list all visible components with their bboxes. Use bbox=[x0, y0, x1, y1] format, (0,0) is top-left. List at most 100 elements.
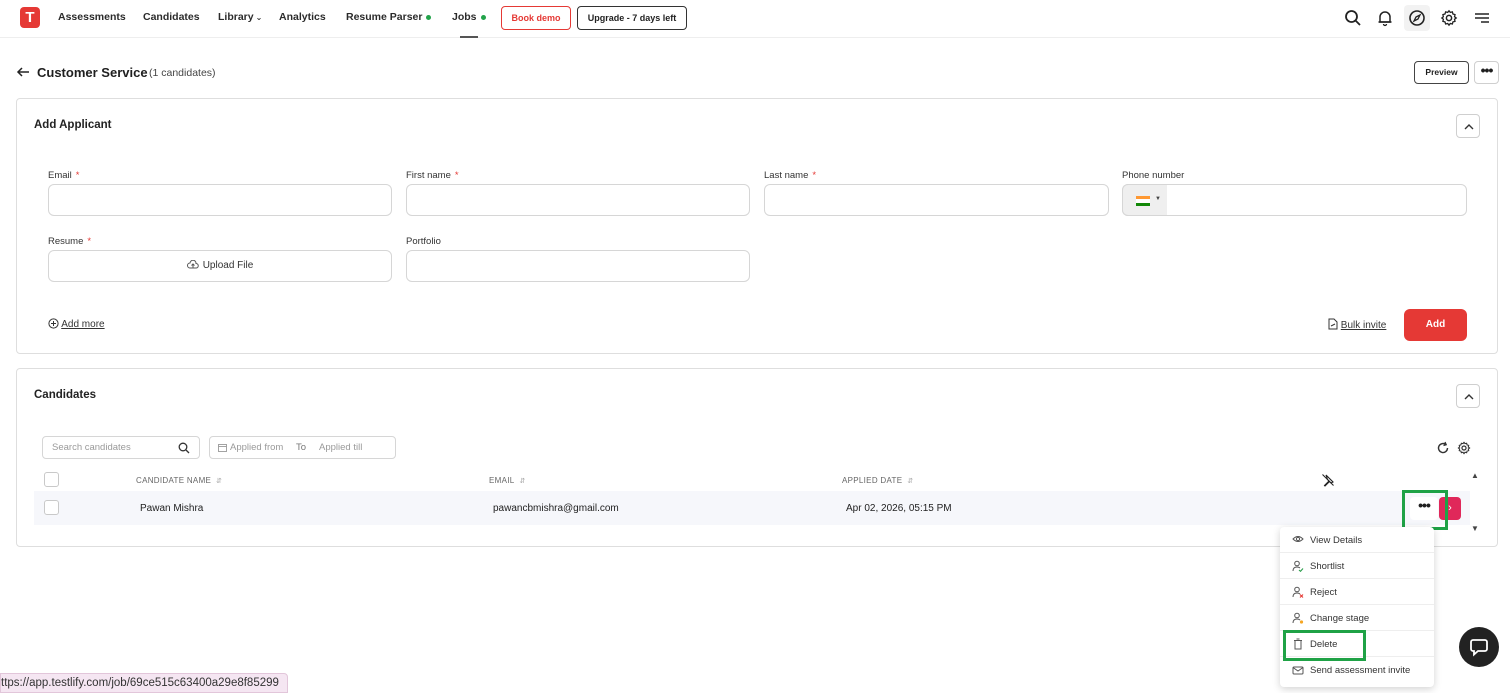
india-flag-icon bbox=[1136, 196, 1150, 206]
menu-icon[interactable] bbox=[1473, 9, 1491, 27]
nav-jobs[interactable]: Jobs bbox=[452, 11, 486, 23]
phone-field[interactable] bbox=[1122, 184, 1467, 216]
required-mark: * bbox=[454, 170, 459, 181]
menu-item-label: Send assessment invite bbox=[1310, 665, 1411, 676]
refresh-icon[interactable] bbox=[1436, 441, 1450, 455]
row-checkbox[interactable] bbox=[44, 500, 59, 515]
nav-jobs-label: Jobs bbox=[452, 11, 477, 23]
cloud-upload-icon bbox=[186, 259, 199, 269]
country-code-select[interactable]: ▼ bbox=[1122, 184, 1167, 216]
menu-item-shortlist[interactable]: Shortlist bbox=[1280, 553, 1434, 579]
column-header-label: CANDIDATE NAME bbox=[136, 476, 212, 485]
page-title: Customer Service bbox=[37, 65, 148, 80]
candidate-count: (1 candidates) bbox=[149, 67, 216, 79]
book-demo-button[interactable]: Book demo bbox=[501, 6, 571, 30]
upload-file-text: Upload File bbox=[202, 260, 254, 271]
sort-icon: ⇵ bbox=[519, 478, 526, 485]
mail-icon bbox=[1292, 666, 1304, 675]
resume-label: Resume * bbox=[48, 236, 91, 247]
nav-resume-parser[interactable]: Resume Parser bbox=[346, 11, 432, 23]
column-header-label: EMAIL bbox=[489, 476, 515, 485]
add-applicant-card bbox=[16, 98, 1498, 354]
chat-bubble-icon bbox=[1470, 639, 1488, 657]
required-mark: * bbox=[87, 236, 92, 247]
add-more-link[interactable]: Add more bbox=[48, 318, 105, 330]
upload-file-label: Upload File bbox=[49, 259, 391, 271]
highlight-box-more-options bbox=[1402, 490, 1448, 530]
gear-icon[interactable] bbox=[1440, 9, 1458, 27]
column-header-label: APPLIED DATE bbox=[842, 476, 903, 485]
upgrade-button[interactable]: Upgrade - 7 days left bbox=[577, 6, 687, 30]
column-header-applied-date[interactable]: APPLIED DATE ⇵ bbox=[842, 476, 914, 485]
nav-assessments[interactable]: Assessments bbox=[58, 11, 126, 23]
required-mark: * bbox=[812, 170, 817, 181]
column-header-candidate-name[interactable]: CANDIDATE NAME ⇵ bbox=[136, 476, 222, 485]
collapse-add-applicant-button[interactable] bbox=[1456, 114, 1480, 138]
first-name-label: First name * bbox=[406, 170, 459, 181]
add-button[interactable]: Add bbox=[1404, 309, 1467, 341]
first-name-field[interactable] bbox=[406, 184, 750, 216]
nav-resume-parser-label: Resume Parser bbox=[346, 11, 423, 23]
portfolio-label: Portfolio bbox=[406, 236, 441, 247]
menu-item-change-stage[interactable]: Change stage bbox=[1280, 605, 1434, 631]
collapse-candidates-button[interactable] bbox=[1456, 384, 1480, 408]
table-row[interactable] bbox=[34, 491, 1470, 525]
chevron-up-icon bbox=[1464, 124, 1474, 130]
sort-icon: ⇵ bbox=[907, 478, 914, 485]
table-settings-gear-icon[interactable] bbox=[1457, 441, 1471, 455]
nav-candidates[interactable]: Candidates bbox=[143, 11, 200, 23]
bell-icon[interactable] bbox=[1376, 9, 1394, 27]
menu-item-label: Reject bbox=[1310, 587, 1337, 598]
testlify-logo[interactable]: T bbox=[20, 7, 40, 28]
user-stage-icon bbox=[1292, 612, 1304, 624]
chevron-up-icon bbox=[1464, 394, 1474, 400]
applied-date-range-picker[interactable]: Applied from To Applied till bbox=[209, 436, 396, 459]
online-dot-icon bbox=[426, 14, 432, 20]
search-placeholder: Search candidates bbox=[52, 442, 131, 453]
menu-item-label: Change stage bbox=[1310, 613, 1370, 624]
search-candidates-input[interactable]: Search candidates bbox=[42, 436, 200, 459]
resume-label-text: Resume bbox=[48, 236, 84, 247]
column-header-email[interactable]: EMAIL ⇵ bbox=[489, 476, 526, 485]
menu-item-label: View Details bbox=[1310, 535, 1363, 546]
required-mark: * bbox=[75, 170, 80, 181]
menu-item-view-details[interactable]: View Details bbox=[1280, 527, 1434, 553]
chevron-down-icon: ⌄ bbox=[255, 13, 263, 22]
applied-from-placeholder: Applied from bbox=[230, 442, 284, 453]
preview-button[interactable]: Preview bbox=[1414, 61, 1469, 84]
scroll-up-arrow-icon[interactable]: ▲ bbox=[1471, 471, 1479, 480]
nav-library-label: Library bbox=[218, 11, 254, 23]
more-options-button[interactable]: ••• bbox=[1474, 61, 1499, 84]
top-navigation: T Assessments Candidates Library ⌄ Analyt… bbox=[0, 0, 1510, 38]
online-dot-icon bbox=[480, 14, 486, 20]
upload-file-field[interactable]: Upload File bbox=[48, 250, 392, 282]
bulk-invite-link[interactable]: Bulk invite bbox=[1328, 318, 1386, 331]
scroll-down-arrow-icon[interactable]: ▼ bbox=[1471, 524, 1479, 533]
back-arrow-icon[interactable] bbox=[15, 64, 31, 80]
applied-till-placeholder: Applied till bbox=[319, 442, 363, 453]
candidate-email-cell: pawancbmishra@gmail.com bbox=[493, 503, 619, 514]
help-chat-button[interactable] bbox=[1459, 627, 1499, 667]
first-name-label-text: First name bbox=[406, 170, 451, 181]
email-label: Email * bbox=[48, 170, 79, 181]
highlight-box-delete bbox=[1283, 630, 1366, 661]
nav-analytics[interactable]: Analytics bbox=[279, 11, 326, 23]
candidates-title: Candidates bbox=[34, 389, 96, 401]
nav-library[interactable]: Library ⌄ bbox=[218, 11, 262, 23]
file-icon bbox=[1328, 318, 1338, 330]
menu-item-reject[interactable]: Reject bbox=[1280, 579, 1434, 605]
candidate-name-cell[interactable]: Pawan Mishra bbox=[140, 503, 203, 514]
eye-icon bbox=[1292, 536, 1304, 542]
compass-button[interactable] bbox=[1404, 5, 1430, 31]
search-icon[interactable] bbox=[1344, 9, 1362, 27]
last-name-label-text: Last name bbox=[764, 170, 809, 181]
menu-item-label: Shortlist bbox=[1310, 561, 1345, 572]
last-name-field[interactable] bbox=[764, 184, 1109, 216]
email-field[interactable] bbox=[48, 184, 392, 216]
row-actions-menu: View Details Shortlist Reject Change sta… bbox=[1280, 527, 1434, 687]
unpin-columns-icon[interactable] bbox=[1321, 473, 1335, 487]
last-name-label: Last name * bbox=[764, 170, 816, 181]
sort-icon: ⇵ bbox=[216, 478, 223, 485]
select-all-checkbox[interactable] bbox=[44, 472, 59, 487]
portfolio-field[interactable] bbox=[406, 250, 750, 282]
